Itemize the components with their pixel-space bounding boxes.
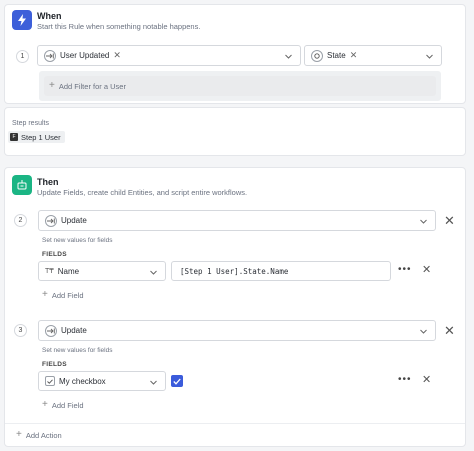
divider: [5, 423, 465, 424]
step-number: 1: [16, 50, 29, 63]
robot-icon: [12, 175, 32, 195]
add-field-button[interactable]: + Add Field: [42, 400, 84, 410]
then-title: Then: [37, 177, 59, 187]
fields-heading: FIELDS: [42, 251, 67, 258]
plus-icon: +: [42, 289, 48, 300]
add-field-label: Add Field: [51, 400, 84, 410]
step-hint: Set new values for fields: [42, 237, 113, 244]
field-label: State: [327, 51, 346, 60]
step-results-section: Step results: [4, 107, 466, 156]
arrow-into-icon: [45, 324, 57, 337]
lightning-icon: [12, 10, 32, 30]
chevron-down-icon: [150, 268, 157, 277]
field-name-label: My checkbox: [59, 376, 106, 386]
when-title: When: [37, 11, 62, 21]
plus-icon: +: [42, 399, 48, 410]
step-results-label: Step results: [12, 120, 49, 127]
step-number: 3: [14, 324, 27, 337]
add-action-label: Add Action: [25, 430, 62, 440]
then-section: Then Update Fields, create child Entitie…: [4, 167, 466, 447]
remove-field-close-icon[interactable]: ✕: [422, 265, 431, 276]
action-select[interactable]: Update: [38, 210, 436, 231]
chevron-down-icon: [426, 52, 433, 61]
trigger-label: User Updated: [60, 51, 110, 60]
field-name-select[interactable]: T₸ Name: [38, 261, 166, 281]
remove-field-close-icon[interactable]: ✕: [422, 375, 431, 386]
action-select[interactable]: Update: [38, 320, 436, 341]
remove-step-close-icon[interactable]: ✕: [444, 214, 455, 227]
chevron-down-icon: [285, 52, 292, 61]
field-value-checkbox[interactable]: [171, 375, 183, 387]
field-value-input[interactable]: [Step 1 User].State.Name: [171, 261, 391, 281]
step-result-badge-label: Step 1 User: [21, 132, 61, 142]
plus-icon: +: [49, 80, 55, 91]
action-label: Update: [61, 326, 87, 335]
remove-field-icon[interactable]: ✕: [350, 51, 358, 60]
chevron-down-icon: [150, 378, 157, 387]
remove-step-close-icon[interactable]: ✕: [444, 324, 455, 337]
chevron-down-icon: [420, 327, 427, 336]
fields-heading: FIELDS: [42, 361, 67, 368]
when-section: When Start this Rule when something nota…: [4, 4, 466, 104]
add-action-button[interactable]: + Add Action: [16, 430, 62, 440]
circle-a-icon: [311, 49, 323, 62]
add-field-label: Add Field: [51, 290, 84, 300]
arrow-into-icon: [45, 214, 57, 227]
when-subtitle: Start this Rule when something notable h…: [37, 22, 201, 31]
remove-trigger-icon[interactable]: ✕: [113, 51, 121, 60]
chevron-down-icon: [420, 217, 427, 226]
more-dots-icon[interactable]: •••: [398, 375, 412, 385]
add-filter-button[interactable]: + Add Filter for a User: [44, 76, 436, 96]
add-field-button[interactable]: + Add Field: [42, 290, 84, 300]
plus-icon: +: [16, 429, 22, 440]
arrow-into-icon: [44, 49, 56, 62]
more-dots-icon[interactable]: •••: [398, 265, 412, 275]
entity-icon: F: [10, 133, 18, 141]
filter-area: + Add Filter for a User: [39, 71, 441, 101]
field-name-label: Name: [57, 266, 80, 276]
step-hint: Set new values for fields: [42, 347, 113, 354]
add-filter-label: Add Filter for a User: [58, 81, 126, 91]
step-number: 2: [14, 214, 27, 227]
field-select[interactable]: State ✕: [304, 45, 442, 66]
step-result-badge[interactable]: F Step 1 User: [8, 131, 65, 143]
then-subtitle: Update Fields, create child Entities, an…: [37, 188, 248, 197]
checkbox-icon: [45, 376, 55, 386]
action-label: Update: [61, 216, 87, 225]
trigger-select[interactable]: User Updated ✕: [37, 45, 301, 66]
field-name-select[interactable]: My checkbox: [38, 371, 166, 391]
text-type-icon: T₸: [45, 268, 54, 275]
